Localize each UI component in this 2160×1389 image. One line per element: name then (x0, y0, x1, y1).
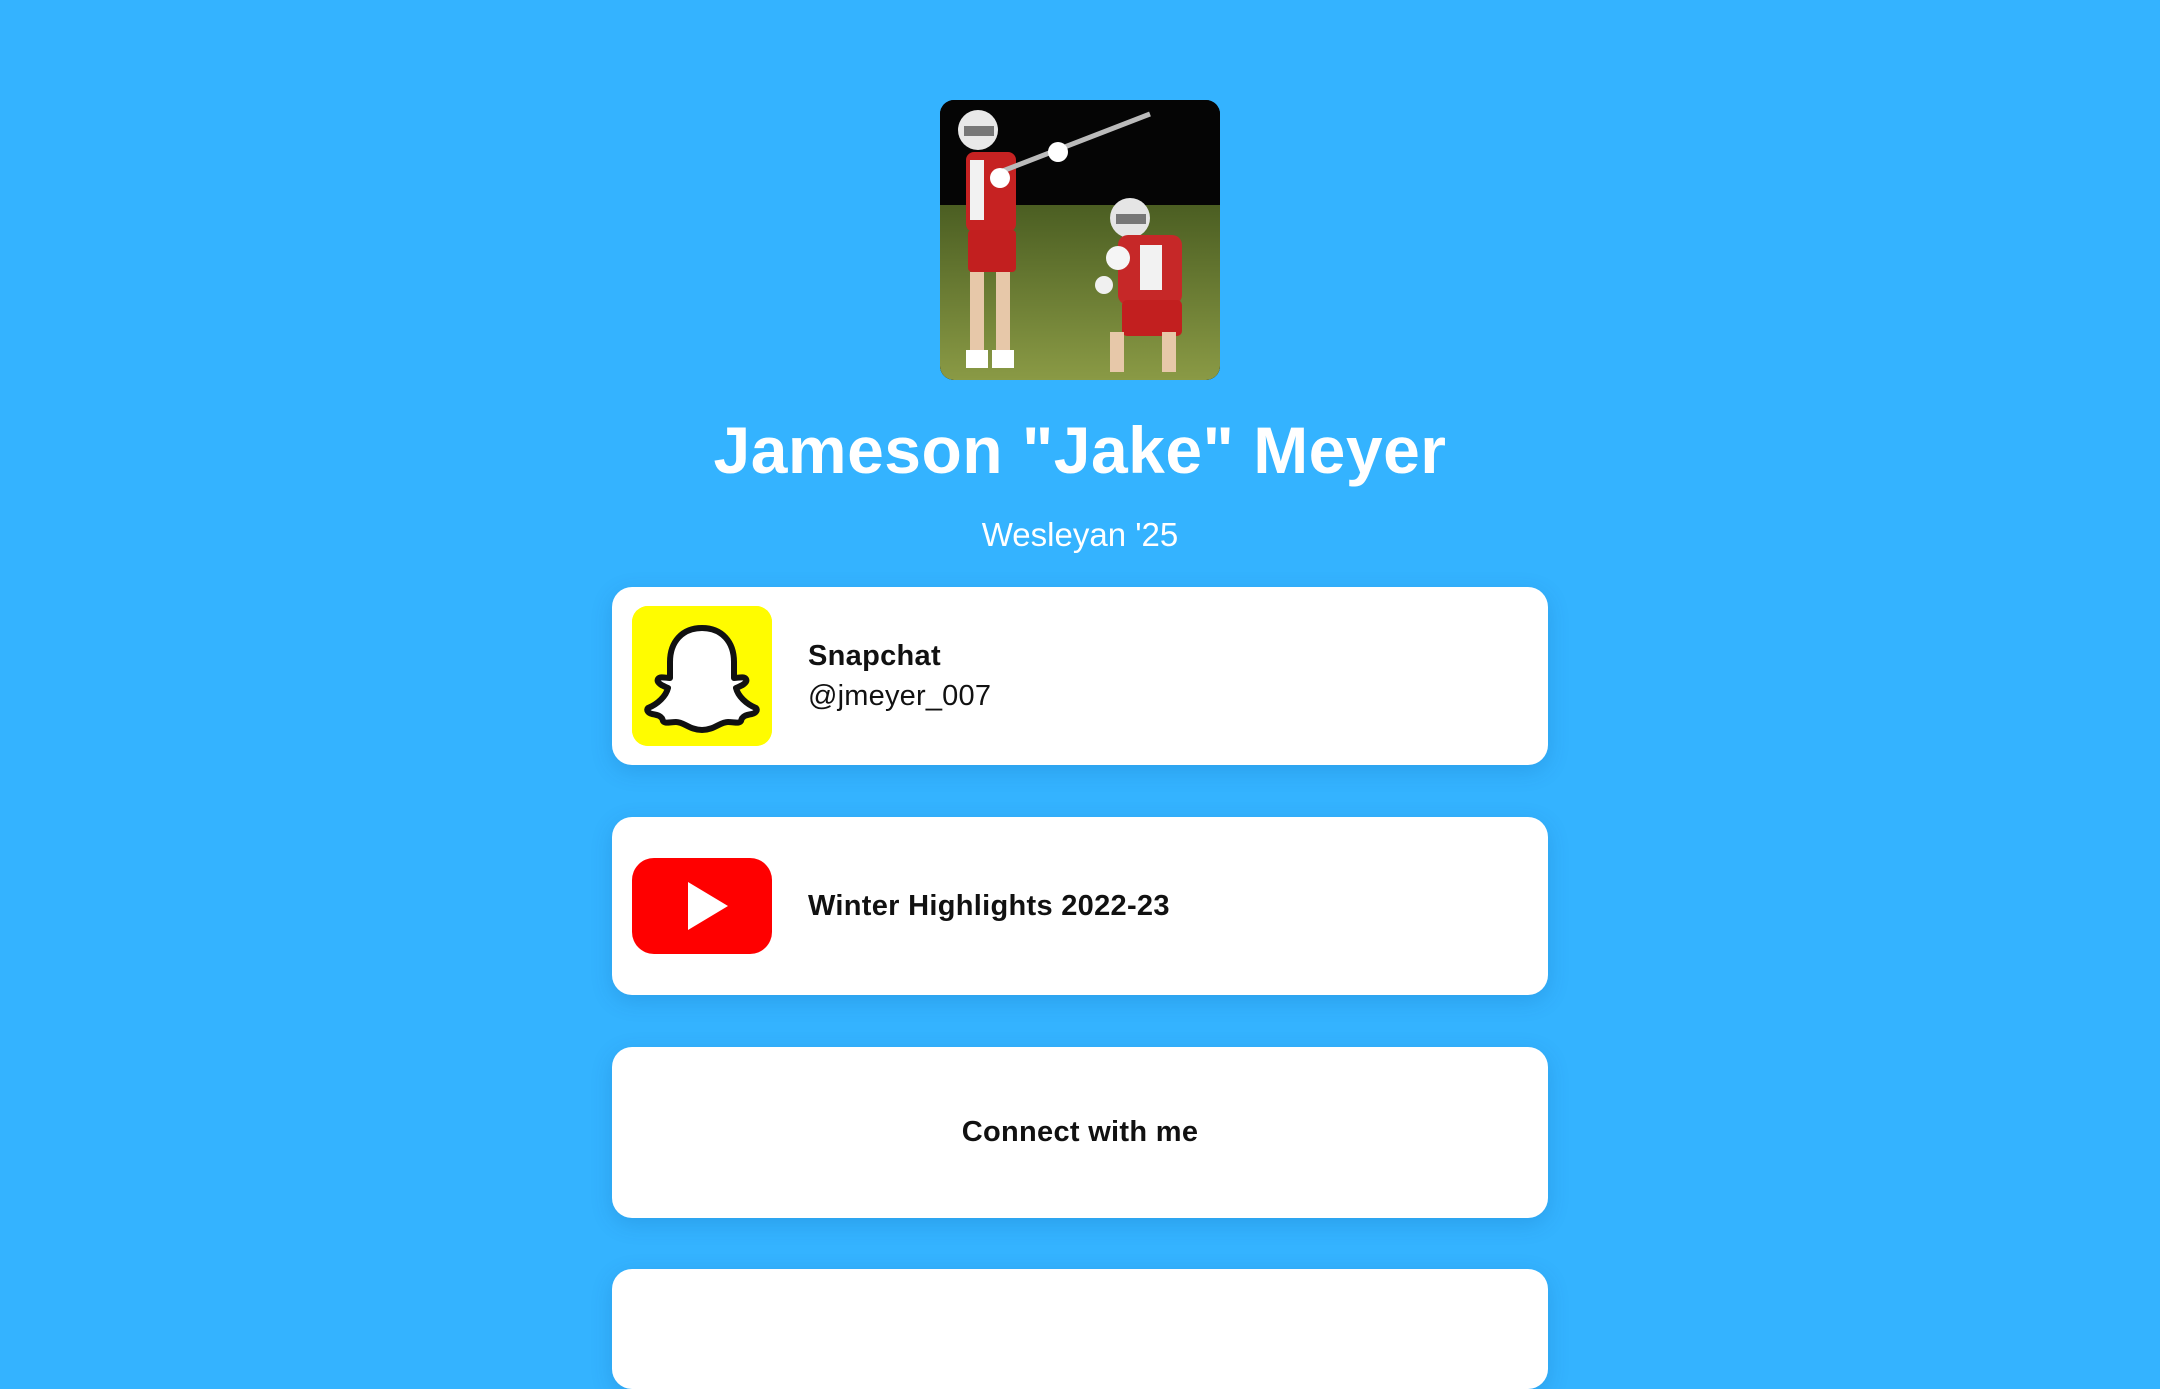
snapchat-title: Snapchat (808, 640, 941, 672)
youtube-icon (632, 836, 772, 976)
snapchat-icon (632, 606, 772, 746)
lacrosse-players-photo-icon (940, 100, 1220, 380)
snapchat-handle: @jmeyer_007 (808, 680, 992, 712)
profile-subtitle: Wesleyan '25 (981, 516, 1179, 553)
profile-avatar (940, 100, 1220, 380)
next-link-card[interactable] (612, 1269, 1548, 1389)
connect-title: Connect with me (961, 1116, 1199, 1148)
link-in-bio-page: Jameson "Jake" Meyer Wesleyan '25 Snapch… (0, 0, 2160, 1389)
snapchat-link-card[interactable]: Snapchat @jmeyer_007 (612, 587, 1548, 765)
snapchat-text: Snapchat @jmeyer_007 (808, 587, 1518, 765)
profile-name: Jameson "Jake" Meyer (713, 413, 1447, 487)
youtube-title: Winter Highlights 2022-23 (808, 890, 1170, 922)
youtube-link-card[interactable]: Winter Highlights 2022-23 (612, 817, 1548, 995)
youtube-text: Winter Highlights 2022-23 (808, 817, 1518, 995)
connect-link-card[interactable]: Connect with me (612, 1047, 1548, 1218)
